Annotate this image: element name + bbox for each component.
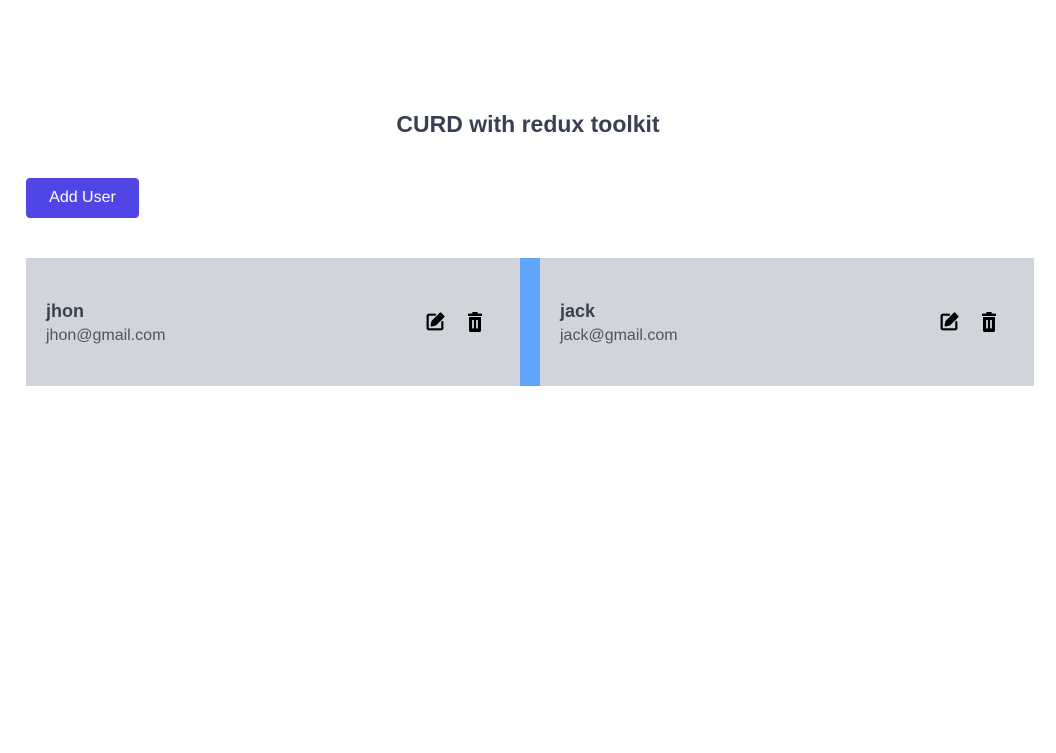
edit-user-button[interactable]	[938, 311, 960, 333]
delete-user-button[interactable]	[978, 311, 1000, 333]
delete-user-button[interactable]	[464, 311, 486, 333]
user-list: jhon jhon@gmail.com jack jack@gmail.com	[26, 258, 1034, 386]
user-card-jhon: jhon jhon@gmail.com	[26, 258, 520, 386]
edit-icon	[426, 312, 445, 331]
trash-icon	[982, 312, 996, 332]
user-actions	[424, 311, 486, 333]
user-name: jack	[560, 301, 596, 321]
trash-icon	[468, 312, 482, 332]
user-email: jack@gmail.com	[560, 327, 678, 344]
edit-icon	[940, 312, 959, 331]
user-name: jhon	[46, 301, 84, 321]
add-user-button[interactable]: Add User	[26, 178, 139, 218]
page-title: CURD with redux toolkit	[396, 111, 660, 137]
app-page: CURD with redux toolkit Add User jhon jh…	[0, 0, 1056, 753]
edit-user-button[interactable]	[424, 311, 446, 333]
user-email: jhon@gmail.com	[46, 327, 166, 344]
user-card-jack: jack jack@gmail.com	[540, 258, 1034, 386]
user-actions	[938, 311, 1000, 333]
